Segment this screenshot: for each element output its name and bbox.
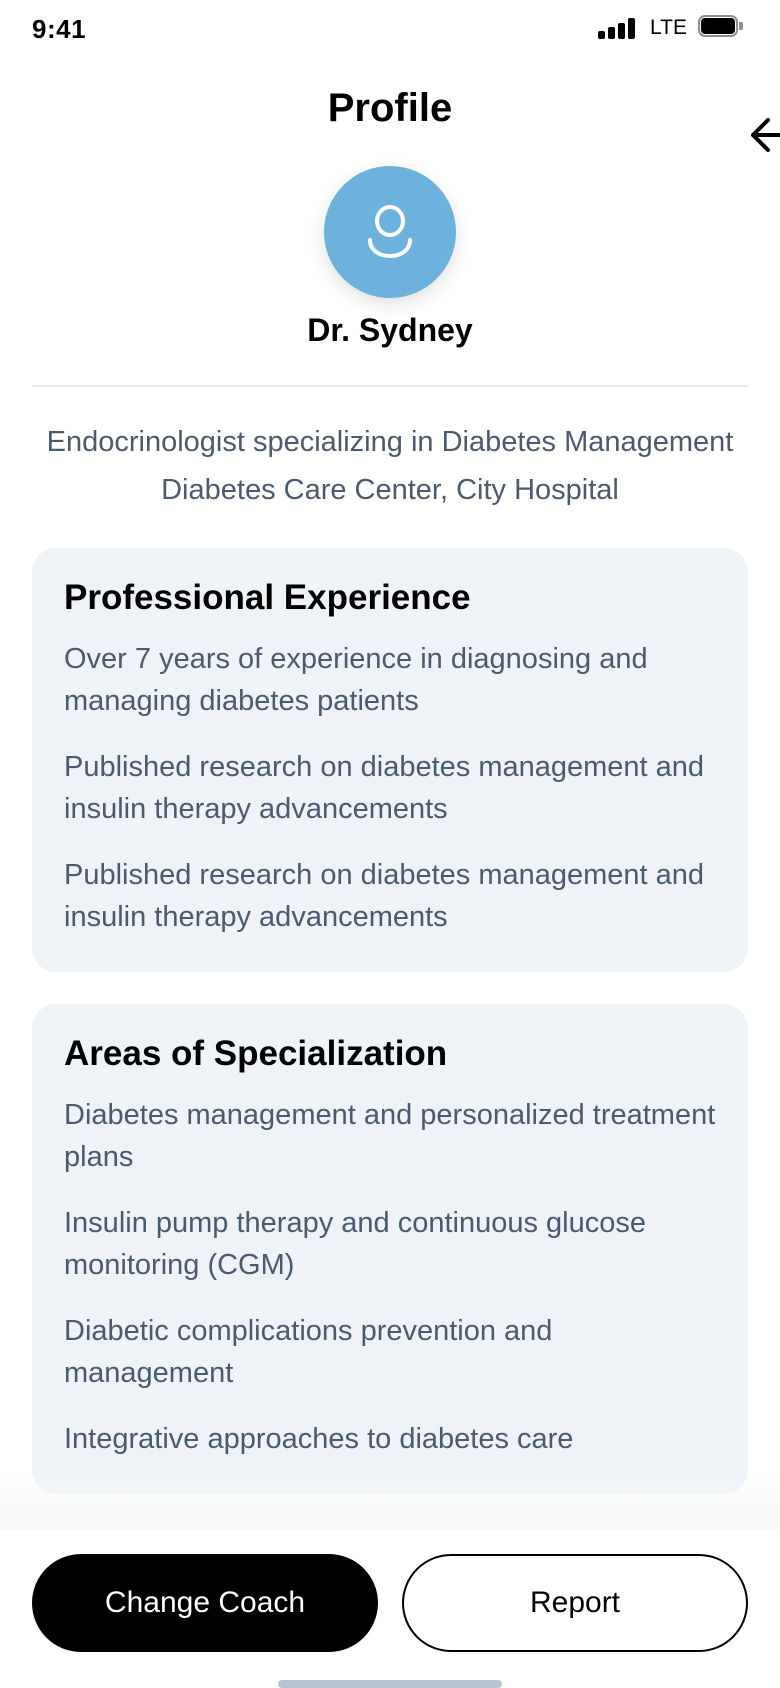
specialization-card: Areas of Specialization Diabetes managem…: [32, 1004, 748, 1494]
avatar: [324, 166, 456, 298]
signal-icon: [598, 17, 636, 39]
back-button[interactable]: [748, 110, 780, 160]
status-time: 9:41: [32, 14, 87, 44]
bottom-action-bar: Change Coach Report: [0, 1530, 780, 1688]
specialization-title: Areas of Specialization: [64, 1034, 448, 1073]
network-label: LTE: [650, 16, 687, 39]
page-title: Profile: [327, 86, 453, 130]
experience-item: Published research on diabetes managemen…: [64, 751, 705, 825]
change-coach-button[interactable]: Change Coach: [32, 1554, 378, 1652]
specialization-item: Diabetic complications prevention and ma…: [64, 1315, 553, 1389]
divider: [32, 385, 748, 387]
doctor-workplace: Diabetes Care Center, City Hospital: [161, 474, 619, 506]
doctor-specialty: Endocrinologist specializing in Diabetes…: [46, 426, 734, 458]
user-icon: [368, 205, 412, 259]
specialization-item: Integrative approaches to diabetes care: [64, 1423, 574, 1455]
experience-item: Over 7 years of experience in diagnosing…: [64, 643, 648, 717]
specialization-item: Diabetes management and personalized tre…: [64, 1099, 716, 1173]
home-indicator: [278, 1680, 502, 1688]
experience-card: Professional Experience Over 7 years of …: [32, 548, 748, 972]
doctor-name: Dr. Sydney: [307, 312, 473, 348]
report-button[interactable]: Report: [402, 1554, 748, 1652]
bottom-fade: [0, 1470, 780, 1530]
status-bar: 9:41 LTE: [0, 0, 780, 56]
specialization-item: Insulin pump therapy and continuous gluc…: [64, 1207, 646, 1281]
experience-title: Professional Experience: [64, 578, 471, 617]
battery-icon: [698, 15, 744, 41]
experience-item: Published research on diabetes managemen…: [64, 859, 705, 933]
arrow-left-icon: [751, 118, 780, 152]
